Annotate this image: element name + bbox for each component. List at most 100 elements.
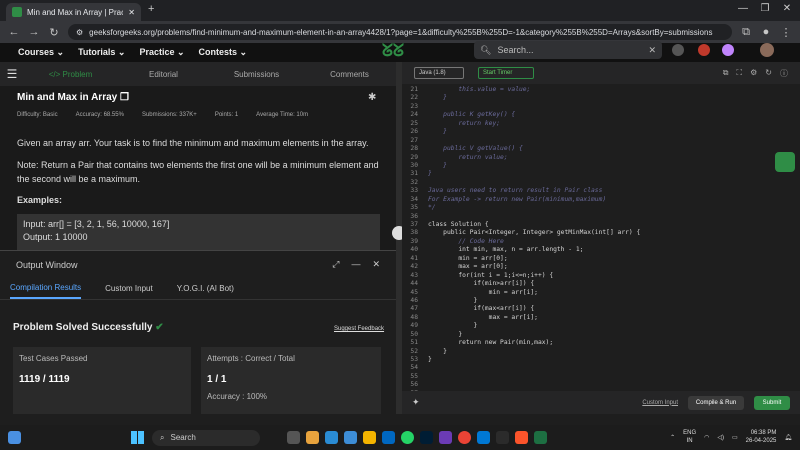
premiere-icon[interactable] <box>439 431 452 444</box>
photoshop-icon[interactable] <box>420 431 433 444</box>
code-line[interactable]: 22 } <box>402 94 800 102</box>
code-line[interactable]: 28 public V getValue() { <box>402 145 800 153</box>
battery-icon[interactable]: ▭ <box>732 434 738 441</box>
suggest-feedback-link[interactable]: Suggest Feedback <box>334 326 384 332</box>
close-panel-icon[interactable]: ✕ <box>372 259 380 270</box>
code-line[interactable]: 39 // Code Here <box>402 238 800 246</box>
nav-tutorials[interactable]: Tutorials ⌄ <box>78 47 125 58</box>
tab-yogi-bot[interactable]: Y.O.G.I. (AI Bot) <box>177 284 234 293</box>
custom-input-link[interactable]: Custom Input <box>642 400 678 406</box>
compile-run-button[interactable]: Compile & Run <box>688 395 744 410</box>
language-select[interactable]: Java (1.8) <box>414 67 464 79</box>
chrome-icon[interactable] <box>458 431 471 444</box>
language-indicator[interactable]: ENG IN <box>683 430 696 446</box>
code-line[interactable]: 48 max = arr[i]; <box>402 314 800 322</box>
minimize-icon[interactable]: — <box>733 3 753 17</box>
clock[interactable]: 06:38 PM 26-04-2025 <box>746 430 777 446</box>
code-line[interactable]: 34 For Example -> return new Pair(minimum… <box>402 196 800 204</box>
code-line[interactable]: 40 int min, max, n = arr.length - 1; <box>402 246 800 254</box>
menu-icon[interactable]: ⋮ <box>780 26 792 39</box>
reset-icon[interactable]: ↻ <box>765 68 772 79</box>
brave-icon[interactable] <box>515 431 528 444</box>
new-tab-button[interactable]: + <box>148 3 154 15</box>
chrome-canary-icon[interactable] <box>363 431 376 444</box>
nav-contests[interactable]: Contests ⌄ <box>199 47 248 58</box>
excel-icon[interactable] <box>534 431 547 444</box>
notification-icon[interactable] <box>698 44 710 56</box>
taskbar-search[interactable]: ⌕ Search <box>152 429 260 446</box>
code-line[interactable]: 50 } <box>402 331 800 339</box>
browser-tab[interactable]: Min and Max in Array | Practice ✕ <box>6 3 141 21</box>
code-line[interactable]: 29 return value; <box>402 154 800 162</box>
copy-icon[interactable]: ⧉ <box>723 68 729 79</box>
code-line[interactable]: 56 <box>402 381 800 389</box>
tab-problem[interactable]: </> Problem <box>24 70 117 79</box>
url-field[interactable]: ⚙ geeksforgeeks.org/problems/find-minimu… <box>68 24 732 40</box>
tab-editorial[interactable]: Editorial <box>117 70 210 79</box>
gfg-logo-icon[interactable]: ᘜᘜ <box>382 41 404 61</box>
code-line[interactable]: 54 <box>402 364 800 372</box>
info-icon[interactable]: ⓘ <box>780 68 788 79</box>
terminal-icon[interactable] <box>496 431 509 444</box>
code-line[interactable]: 46 } <box>402 297 800 305</box>
submit-button[interactable]: Submit <box>754 395 790 410</box>
code-line[interactable]: 41 min = arr[0]; <box>402 255 800 263</box>
tab-comments[interactable]: Comments <box>303 70 396 79</box>
reload-icon[interactable]: ↻ <box>48 26 60 39</box>
code-line[interactable]: 52 } <box>402 348 800 356</box>
notifications-icon[interactable]: 🔔︎ <box>784 434 792 441</box>
widgets-icon[interactable] <box>287 431 300 444</box>
edge-icon[interactable] <box>325 431 338 444</box>
streak-icon[interactable] <box>722 44 734 56</box>
code-line[interactable]: 36 <box>402 213 800 221</box>
code-line[interactable]: 32 <box>402 179 800 187</box>
code-line[interactable]: 37 class Solution { <box>402 221 800 229</box>
weather-icon[interactable] <box>8 431 21 444</box>
code-line[interactable]: 35 */ <box>402 204 800 212</box>
code-line[interactable]: 38 public Pair<Integer, Integer> getMinM… <box>402 229 800 237</box>
tray-chevron-icon[interactable]: ⌃ <box>670 434 675 441</box>
tab-custom-input[interactable]: Custom Input <box>105 284 153 293</box>
extensions-icon[interactable]: ⧉ <box>740 26 752 39</box>
theme-toggle-icon[interactable] <box>672 44 684 56</box>
vscode-icon[interactable] <box>477 431 490 444</box>
code-line[interactable]: 44 if(min>arr[i]) { <box>402 280 800 288</box>
code-line[interactable]: 33 Java users need to return result in Pa… <box>402 187 800 195</box>
fullscreen-icon[interactable]: ⛶ <box>737 68 743 79</box>
code-line[interactable]: 55 <box>402 373 800 381</box>
profile-icon[interactable]: ● <box>760 26 772 38</box>
nav-practice[interactable]: Practice ⌄ <box>139 47 184 58</box>
start-timer-button[interactable]: Start Timer <box>478 67 534 79</box>
expand-icon[interactable]: ⤢ <box>332 259 339 270</box>
back-icon[interactable]: ← <box>8 26 20 38</box>
chat-widget-icon[interactable] <box>775 152 795 172</box>
tab-compilation-results[interactable]: Compilation Results <box>10 278 82 299</box>
start-icon[interactable] <box>131 431 144 444</box>
code-line[interactable]: 31} <box>402 170 800 178</box>
task-view-icon[interactable] <box>268 431 281 444</box>
close-tab-icon[interactable]: ✕ <box>128 8 135 17</box>
code-area[interactable]: 21 this.value = value; 22 } 23 24 public K … <box>402 86 800 391</box>
close-window-icon[interactable]: ✕ <box>777 3 797 17</box>
site-search[interactable]: 🔍︎ Search... ✕ <box>474 41 662 59</box>
code-line[interactable]: 45 min = arr[i]; <box>402 289 800 297</box>
user-avatar[interactable] <box>760 43 774 57</box>
code-line[interactable]: 21 this.value = value; <box>402 86 800 94</box>
code-line[interactable]: 27 <box>402 137 800 145</box>
code-line[interactable]: 49 } <box>402 322 800 330</box>
maximize-icon[interactable]: ❐ <box>755 3 775 17</box>
forward-icon[interactable]: → <box>28 26 40 38</box>
hamburger-menu-icon[interactable]: ☰ <box>0 67 24 81</box>
code-line[interactable]: 30 } <box>402 162 800 170</box>
tab-submissions[interactable]: Submissions <box>210 70 303 79</box>
minimize-panel-icon[interactable]: — <box>351 259 360 270</box>
code-line[interactable]: 26 } <box>402 128 800 136</box>
volume-icon[interactable]: ◁) <box>717 434 724 441</box>
nav-courses[interactable]: Courses ⌄ <box>18 47 64 58</box>
code-line[interactable]: 24 public K getKey() { <box>402 111 800 119</box>
ai-helper-icon[interactable]: ✦ <box>412 397 420 408</box>
code-line[interactable]: 25 return key; <box>402 120 800 128</box>
code-line[interactable]: 47 if(max<arr[i]) { <box>402 305 800 313</box>
file-explorer-icon[interactable] <box>306 431 319 444</box>
store-icon[interactable] <box>344 431 357 444</box>
